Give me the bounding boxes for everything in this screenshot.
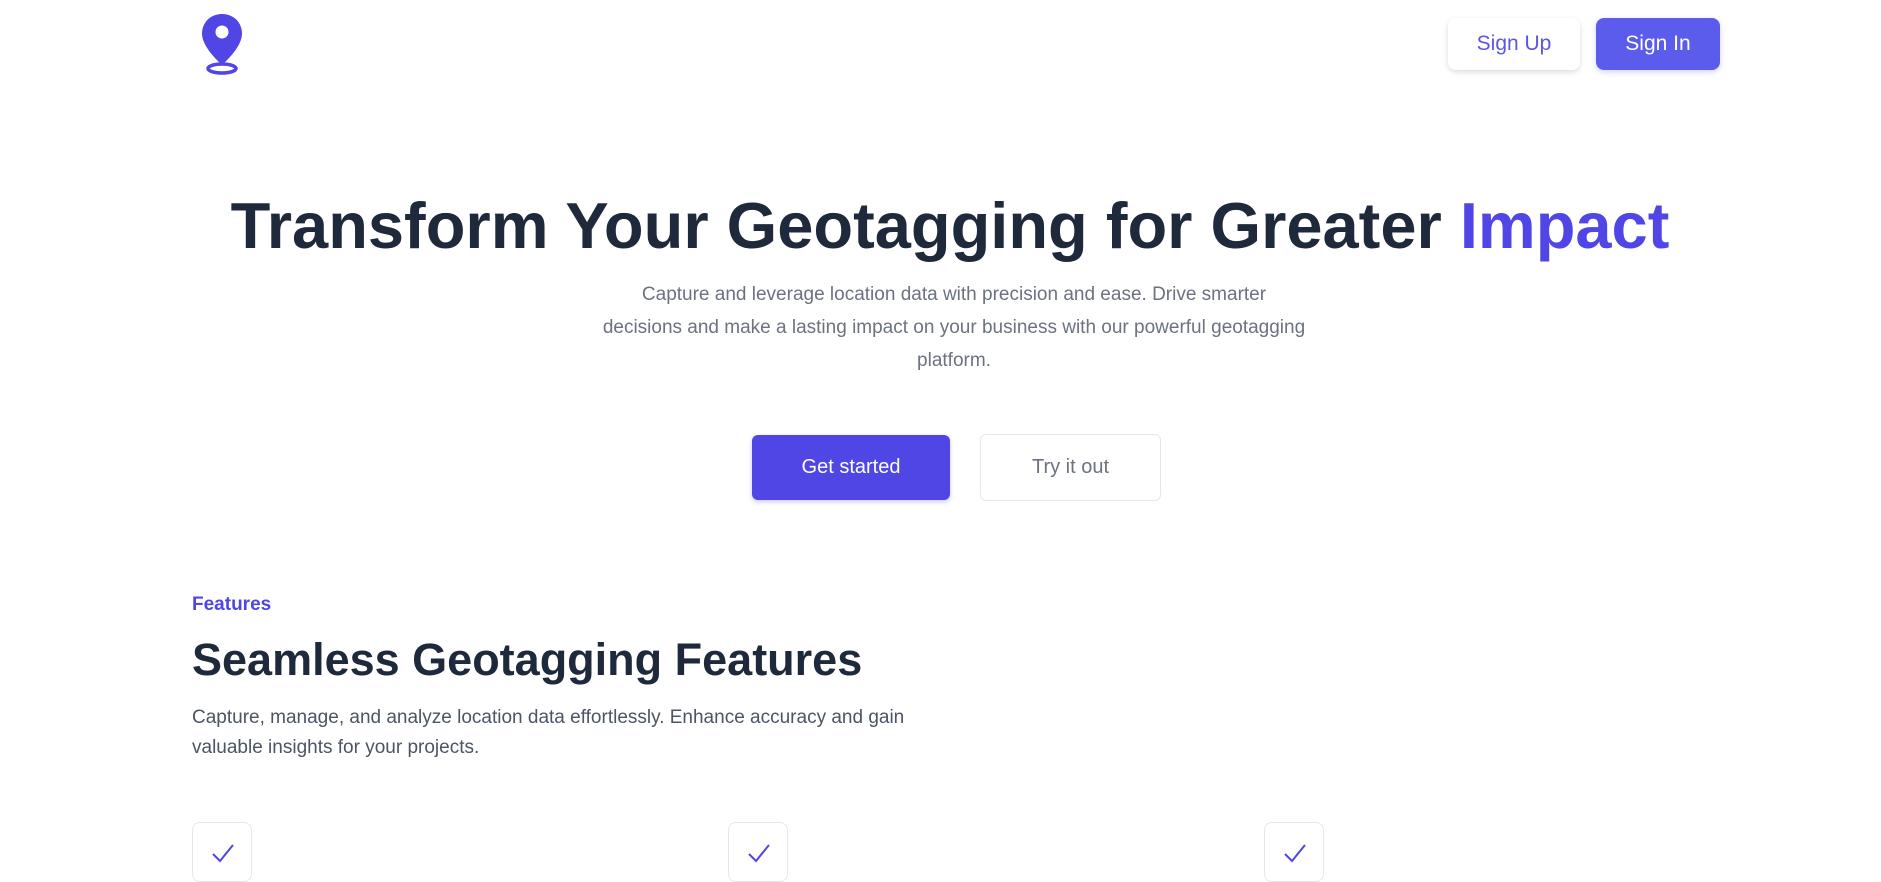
feature-card-icon-box bbox=[1264, 822, 1324, 882]
features-eyebrow: Features bbox=[192, 594, 272, 615]
feature-card-icon-box bbox=[728, 822, 788, 882]
hero-title-main: Transform Your Geotagging for Greater bbox=[230, 189, 1460, 262]
check-icon bbox=[1284, 844, 1306, 863]
hero-subtitle: Capture and leverage location data with … bbox=[602, 284, 1306, 371]
hero-title: Transform Your Geotagging for Greater Im… bbox=[0, 188, 1881, 264]
hero-title-accent: Impact bbox=[1459, 189, 1670, 262]
check-icon bbox=[212, 844, 234, 863]
get-started-button[interactable]: Get started bbox=[752, 435, 950, 500]
features-description: Capture, manage, and analyze location da… bbox=[192, 707, 905, 758]
features-title: Seamless Geotagging Features bbox=[192, 634, 863, 685]
try-it-out-button[interactable]: Try it out bbox=[980, 434, 1161, 501]
map-pin-icon[interactable] bbox=[198, 12, 246, 76]
feature-card-icon-box bbox=[192, 822, 252, 882]
top-navbar: Sign Up Sign In bbox=[0, 0, 1881, 100]
check-icon bbox=[748, 844, 770, 863]
sign-in-button[interactable]: Sign In bbox=[1596, 18, 1720, 70]
sign-up-button[interactable]: Sign Up bbox=[1448, 18, 1580, 70]
